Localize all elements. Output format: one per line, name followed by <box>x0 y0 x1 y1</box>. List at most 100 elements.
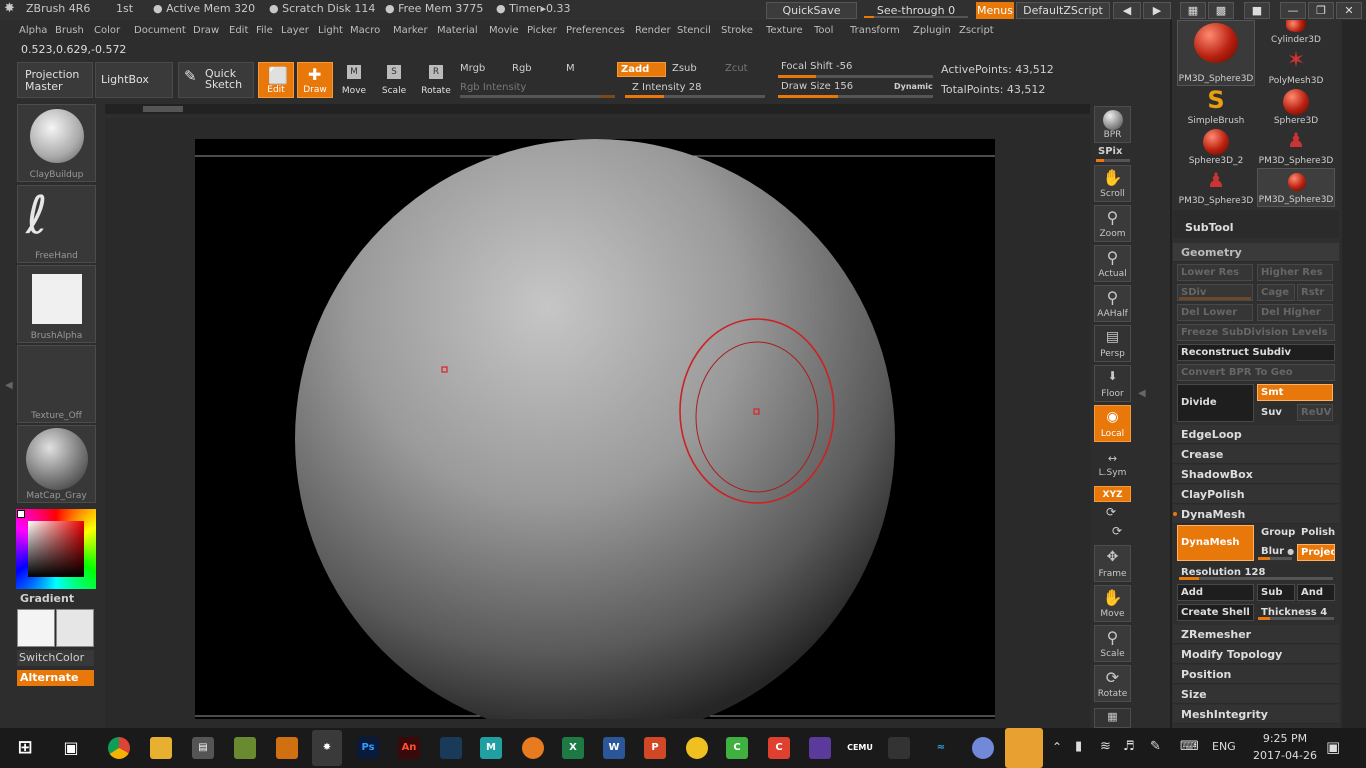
add-button[interactable]: Add <box>1177 584 1254 601</box>
dynamesh-section[interactable]: DynaMesh <box>1173 505 1339 524</box>
tool-thumb-3[interactable]: S SimpleBrush <box>1177 86 1255 127</box>
texture-thumbnail[interactable]: Texture_Off <box>17 345 96 423</box>
hide-right-icon[interactable]: ▶ <box>1143 2 1171 19</box>
reconstruct-subdiv-button[interactable]: Reconstruct Subdiv <box>1177 344 1335 361</box>
gradient-label[interactable]: Gradient <box>20 592 74 605</box>
crease-section[interactable]: Crease <box>1173 445 1339 464</box>
blender-icon[interactable] <box>522 737 544 759</box>
right-tray-scroll[interactable] <box>1342 20 1366 728</box>
focal-shift-slider[interactable]: Focal Shift -56 <box>781 61 852 72</box>
cage-button[interactable]: Cage <box>1257 284 1295 301</box>
restore-icon[interactable]: ❐ <box>1308 2 1334 19</box>
color-picker[interactable] <box>16 509 96 589</box>
frame-button[interactable]: ✥ Frame <box>1094 545 1131 582</box>
lightbox-button[interactable]: LightBox <box>95 62 173 98</box>
size-section[interactable]: Size <box>1173 685 1339 704</box>
shadowbox-section[interactable]: ShadowBox <box>1173 465 1339 484</box>
menu-picker[interactable]: Picker <box>527 25 557 36</box>
persp-button[interactable]: ▤ Persp <box>1094 325 1131 362</box>
photoshop-icon[interactable]: Ps <box>357 737 379 759</box>
animate-icon[interactable]: An <box>398 737 420 759</box>
layout2-icon[interactable]: ▩ <box>1208 2 1234 19</box>
zremesher-section[interactable]: ZRemesher <box>1173 625 1339 644</box>
secondary-color-swatch[interactable] <box>56 609 94 647</box>
sub-button[interactable]: Sub <box>1257 584 1295 601</box>
rstr-button[interactable]: Rstr <box>1297 284 1333 301</box>
menu-layer[interactable]: Layer <box>281 25 309 36</box>
bpr-button[interactable]: BPR <box>1094 106 1131 143</box>
spix-slider[interactable]: SPix <box>1098 146 1122 157</box>
reuv-button[interactable]: ReUV <box>1297 404 1333 421</box>
zadd-button[interactable]: Zadd <box>617 62 666 77</box>
pen-icon[interactable]: ✎ <box>1150 739 1161 754</box>
claypolish-section[interactable]: ClayPolish <box>1173 485 1339 504</box>
menu-material[interactable]: Material <box>437 25 478 36</box>
create-shell-button[interactable]: Create Shell <box>1177 604 1254 621</box>
subtool-header[interactable]: SubTool <box>1173 210 1339 238</box>
zcut-button[interactable]: Zcut <box>725 63 748 74</box>
battery-icon[interactable]: ▮ <box>1075 739 1082 754</box>
edit-button[interactable]: ⬜ Edit <box>258 62 294 98</box>
modify-topology-section[interactable]: Modify Topology <box>1173 645 1339 664</box>
tool-thumb-2[interactable]: ✶ PolyMesh3D <box>1257 48 1335 87</box>
excel-icon[interactable]: X <box>562 737 584 759</box>
and-button[interactable]: And <box>1297 584 1335 601</box>
minimize-icon[interactable]: — <box>1280 2 1306 19</box>
del-lower-button[interactable]: Del Lower <box>1177 304 1253 321</box>
lsym-button[interactable]: ↔ L.Sym <box>1094 450 1131 480</box>
smt-toggle[interactable]: Smt <box>1257 384 1333 401</box>
rotate-y-icon[interactable]: ⟳ <box>1106 505 1116 519</box>
tool-thumb-6[interactable]: ♟ PM3D_Sphere3D <box>1257 128 1335 167</box>
language-indicator[interactable]: ENG <box>1212 740 1236 753</box>
discord-icon[interactable] <box>972 737 994 759</box>
maya-icon[interactable]: M <box>480 737 502 759</box>
projection-master-button[interactable]: Projection Master <box>17 62 93 98</box>
hide-left-icon[interactable]: ◀ <box>1113 2 1141 19</box>
m-button[interactable]: M <box>566 63 575 74</box>
dolphin-icon[interactable]: ≈ <box>930 737 952 759</box>
menu-stencil[interactable]: Stencil <box>677 25 711 36</box>
menus-button[interactable]: Menus <box>976 2 1014 19</box>
lock-icon[interactable]: ■ <box>1244 2 1270 19</box>
folder-taskbar-icon[interactable] <box>1005 728 1043 768</box>
left-tray-arrow-icon[interactable]: ◀ <box>5 380 13 391</box>
convert-bpr-button[interactable]: Convert BPR To Geo <box>1177 364 1335 381</box>
polyf-button[interactable]: ▦ <box>1094 708 1131 728</box>
menu-file[interactable]: File <box>256 25 273 36</box>
shelf-scale-button[interactable]: ⚲ Scale <box>1094 625 1131 662</box>
zsub-button[interactable]: Zsub <box>672 63 697 74</box>
powerpoint-icon[interactable]: P <box>644 737 666 759</box>
tool-thumb-7[interactable]: ♟ PM3D_Sphere3D <box>1177 168 1255 207</box>
network-icon[interactable]: ≋ <box>1100 739 1111 754</box>
scroll-button[interactable]: ✋ Scroll <box>1094 165 1131 202</box>
lower-res-button[interactable]: Lower Res <box>1177 264 1253 281</box>
windows-start-icon[interactable]: ⊞ <box>14 737 36 759</box>
menu-zscript[interactable]: Zscript <box>959 25 994 36</box>
tool-thumb-4[interactable]: Sphere3D <box>1257 88 1335 127</box>
tool-thumb-8[interactable]: PM3D_Sphere3D <box>1257 168 1335 207</box>
menu-preferences[interactable]: Preferences <box>566 25 625 36</box>
divide-button[interactable]: Divide <box>1177 384 1254 422</box>
keyboard-icon[interactable]: ⌨ <box>1180 739 1199 754</box>
switchcolor-button[interactable]: SwitchColor <box>17 650 94 666</box>
clock-time[interactable]: 9:25 PM <box>1255 732 1315 745</box>
default-zscript-button[interactable]: DefaultZScript <box>1016 2 1110 19</box>
freeze-subdivision-button[interactable]: Freeze SubDivision Levels <box>1177 324 1335 341</box>
menu-brush[interactable]: Brush <box>55 25 84 36</box>
menu-transform[interactable]: Transform <box>850 25 900 36</box>
rotate-z-icon[interactable]: ⟳ <box>1112 524 1122 538</box>
menu-alpha[interactable]: Alpha <box>19 25 47 36</box>
zbrush-taskbar-icon[interactable]: ✸ <box>312 730 342 766</box>
xyz-button[interactable]: XYZ <box>1094 486 1131 502</box>
app-icon-4[interactable]: C <box>768 737 790 759</box>
menu-marker[interactable]: Marker <box>393 25 428 36</box>
menu-zplugin[interactable]: Zplugin <box>913 25 951 36</box>
color-square[interactable] <box>28 521 84 577</box>
meshintegrity-section[interactable]: MeshIntegrity <box>1173 705 1339 724</box>
tool-thumb-1[interactable]: Cylinder3D <box>1257 20 1335 46</box>
del-higher-button[interactable]: Del Higher <box>1257 304 1333 321</box>
shelf-rotate-button[interactable]: ⟳ Rotate <box>1094 665 1131 702</box>
menu-render[interactable]: Render <box>635 25 671 36</box>
menu-tool[interactable]: Tool <box>814 25 833 36</box>
menu-stroke[interactable]: Stroke <box>721 25 753 36</box>
